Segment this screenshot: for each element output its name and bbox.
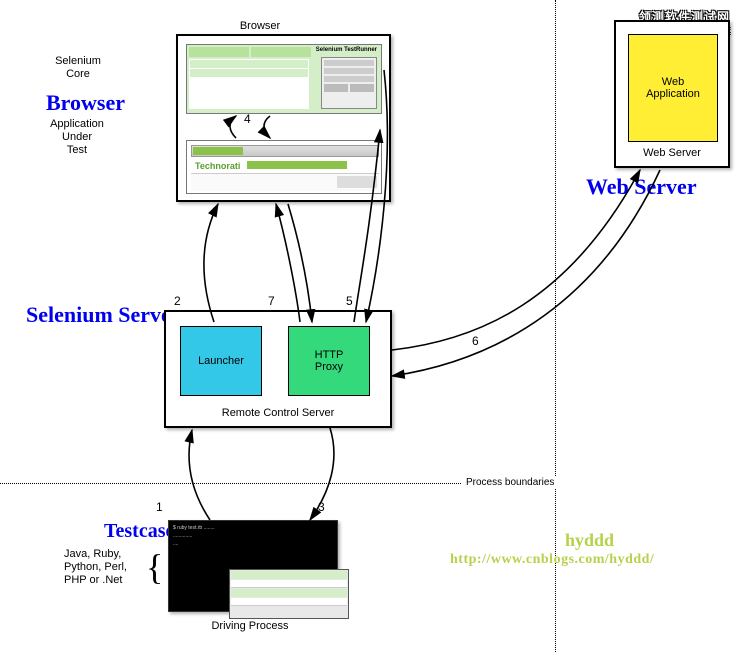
selenium-testrunner-title: Selenium TestRunner xyxy=(316,47,377,53)
selenium-core-panel: Selenium TestRunner xyxy=(186,44,382,114)
credit-name: hyddd xyxy=(565,530,614,551)
remote-control-server-box: Launcher HTTP Proxy Remote Control Serve… xyxy=(164,310,392,428)
selenium-server-blue-header: Selenium Server xyxy=(26,302,181,328)
step-7: 7 xyxy=(268,294,275,308)
brace: { xyxy=(146,546,163,588)
step-6: 6 xyxy=(472,334,479,348)
browser-blue-header: Browser xyxy=(46,90,125,116)
technorati-brand: Technorati xyxy=(195,161,240,171)
browser-top-label: Browser xyxy=(230,20,290,33)
driving-process-caption: Driving Process xyxy=(200,620,300,633)
aut-panel: Technorati xyxy=(186,140,382,194)
web-server-blue-header: Web Server xyxy=(586,174,697,200)
testcase-blue-header: Testcase xyxy=(104,520,174,543)
step-1: 1 xyxy=(156,500,163,514)
web-server-caption: Web Server xyxy=(616,147,728,160)
selenium-core-side-label: Selenium Core xyxy=(48,55,108,81)
credit-link: http://www.cnblogs.com/hyddd/ xyxy=(450,552,654,568)
step-4: 4 xyxy=(244,112,251,126)
browser-box: Selenium TestRunner Technorati xyxy=(176,34,391,202)
rcs-caption: Remote Control Server xyxy=(166,407,390,420)
step-3: 3 xyxy=(318,500,325,514)
driving-process-terminal: $ ruby test.rb ........ .............. .… xyxy=(168,520,338,612)
launcher-box: Launcher xyxy=(180,326,262,396)
aut-side-label: Application Under Test xyxy=(42,118,112,158)
web-server-box: Web Application Web Server xyxy=(614,20,730,168)
boundary-label: Process boundaries xyxy=(462,477,558,489)
step-5: 5 xyxy=(346,294,353,308)
step-2: 2 xyxy=(174,294,181,308)
http-proxy-box: HTTP Proxy xyxy=(288,326,370,396)
langs-label: Java, Ruby, Python, Perl, PHP or .Net xyxy=(64,548,144,588)
web-application-box: Web Application xyxy=(628,34,718,142)
